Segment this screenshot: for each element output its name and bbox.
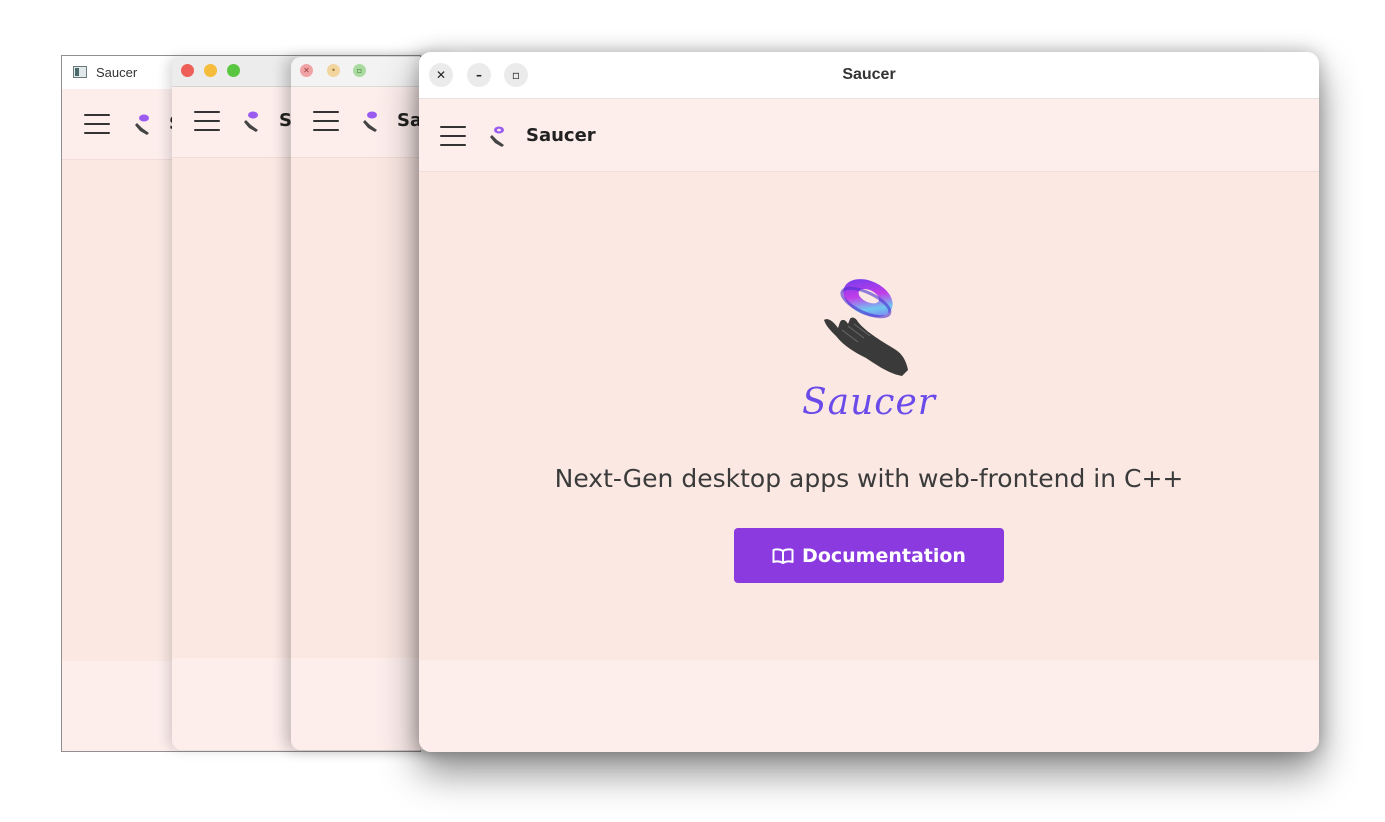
saucer-logo-icon bbox=[490, 126, 504, 147]
saucer-logo-icon bbox=[135, 114, 149, 135]
minimize-button[interactable] bbox=[204, 64, 217, 77]
hamburger-menu-icon[interactable] bbox=[84, 114, 110, 134]
window-title: Saucer bbox=[842, 66, 896, 83]
brand-name: Saucer bbox=[526, 125, 596, 146]
hamburger-menu-icon[interactable] bbox=[313, 111, 339, 131]
app-header: Saucer bbox=[419, 99, 1319, 172]
app-footer bbox=[419, 660, 1319, 752]
window-title: Saucer bbox=[96, 65, 138, 80]
book-open-icon bbox=[772, 547, 794, 564]
close-button[interactable] bbox=[181, 64, 194, 77]
saucer-logo-icon bbox=[244, 111, 258, 132]
close-button[interactable]: ✕ bbox=[300, 64, 313, 77]
app-icon bbox=[73, 66, 87, 78]
saucer-hand-icon bbox=[824, 279, 908, 376]
zoom-button[interactable] bbox=[227, 64, 240, 77]
minimize-button[interactable]: • bbox=[327, 64, 340, 77]
hamburger-menu-icon[interactable] bbox=[440, 126, 466, 146]
tagline: Next-Gen desktop apps with web-frontend … bbox=[554, 464, 1184, 493]
saucer-logo-icon bbox=[363, 111, 377, 132]
documentation-button[interactable]: Documentation bbox=[734, 528, 1004, 583]
window-gnome: ✕ – ▫ Saucer Saucer Saucer Next-Gen desk… bbox=[419, 52, 1319, 752]
saucer-wordmark: Saucer bbox=[802, 382, 936, 423]
hamburger-menu-icon[interactable] bbox=[194, 111, 220, 131]
window-titlebar[interactable]: ✕ – ▫ Saucer bbox=[419, 52, 1319, 99]
documentation-button-label: Documentation bbox=[802, 544, 966, 567]
zoom-button[interactable]: ▫ bbox=[353, 64, 366, 77]
